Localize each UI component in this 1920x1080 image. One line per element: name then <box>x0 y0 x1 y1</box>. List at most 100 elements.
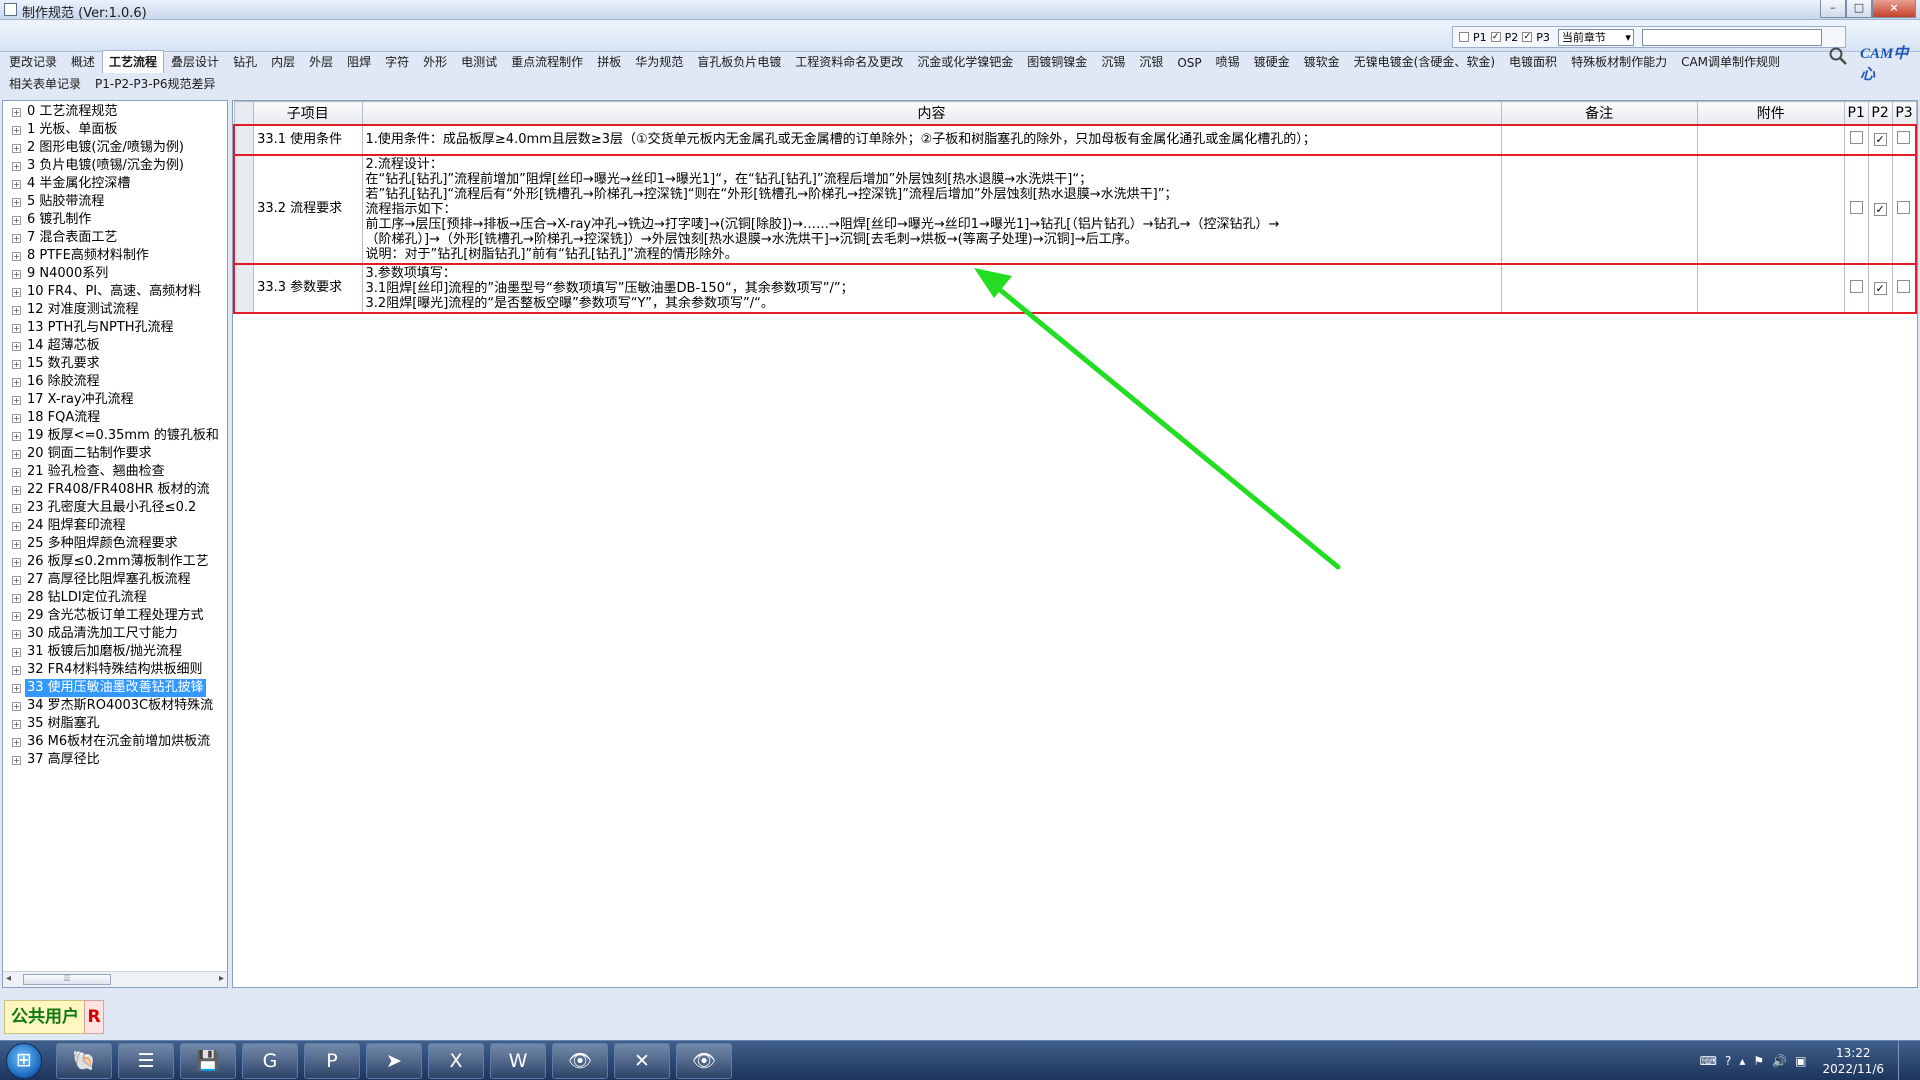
expand-icon[interactable]: + <box>12 395 21 405</box>
tree-item[interactable]: +0 工艺流程规范 <box>3 103 227 121</box>
header-sub-item[interactable]: 子项目 <box>253 101 363 125</box>
expand-icon[interactable]: + <box>12 413 21 423</box>
header-p2[interactable]: P2 <box>1867 101 1893 125</box>
p3-checkbox[interactable] <box>1897 131 1911 144</box>
p3-checkbox[interactable] <box>1897 279 1911 293</box>
expand-icon[interactable]: + <box>12 521 21 531</box>
tree-item[interactable]: +13 PTH孔与NPTH孔流程 <box>3 319 227 337</box>
row-selector[interactable] <box>233 123 255 156</box>
expand-icon[interactable]: + <box>12 359 21 369</box>
row-selector[interactable] <box>233 262 255 314</box>
volume-icon[interactable]: 🔊 <box>1772 1054 1787 1068</box>
tree-item[interactable]: +32 FR4材料特殊结构烘板细则 <box>3 661 227 679</box>
expand-icon[interactable]: + <box>12 503 21 513</box>
tree-item[interactable]: +33 使用压敏油墨改善钻孔披锋 <box>3 679 227 697</box>
tree-item[interactable]: +9 N4000系列 <box>3 265 227 283</box>
show-desktop-button[interactable] <box>1898 1041 1910 1080</box>
expand-icon[interactable]: + <box>12 269 21 279</box>
tab-r1-13[interactable]: 华为规范 <box>628 50 690 73</box>
close-button[interactable]: × <box>1872 0 1916 18</box>
tab-r1-11[interactable]: 重点流程制作 <box>504 50 590 73</box>
flag-icon[interactable]: ⚑ <box>1753 1054 1764 1068</box>
tab-r1-1[interactable]: 概述 <box>64 50 102 73</box>
tree-item[interactable]: +2 图形电镀(沉金/喷锡为例) <box>3 139 227 157</box>
tab-r1-6[interactable]: 外层 <box>302 50 340 73</box>
table-row[interactable]: 33.3 参数要求 3.参数项填写： 3.1阻焊[丝印]流程的”油墨型号“参数项填写… <box>233 262 1917 314</box>
tree-item[interactable]: +6 镀孔制作 <box>3 211 227 229</box>
expand-icon[interactable]: + <box>12 539 21 549</box>
expand-icon[interactable]: + <box>12 215 21 225</box>
tree-item[interactable]: +26 板厚≤0.2mm薄板制作工艺 <box>3 553 227 571</box>
r-badge[interactable]: R <box>84 1000 104 1034</box>
note-cell[interactable] <box>1500 123 1698 156</box>
expand-icon[interactable]: + <box>12 683 21 693</box>
p1-checkbox[interactable] <box>1849 279 1863 293</box>
tab-r1-24[interactable]: 无镍电镀金(含硬金、软金) <box>1347 50 1502 73</box>
tree-item[interactable]: +1 光板、单面板 <box>3 121 227 139</box>
cam-icon[interactable]: ✕ <box>614 1043 670 1079</box>
tree-item[interactable]: +16 除胶流程 <box>3 373 227 391</box>
tree-item[interactable]: +35 树脂塞孔 <box>3 715 227 733</box>
expand-icon[interactable]: + <box>12 665 21 675</box>
expand-icon[interactable]: + <box>12 107 21 117</box>
save-icon[interactable]: 💾 <box>180 1043 236 1079</box>
tree-item[interactable]: +17 X-ray冲孔流程 <box>3 391 227 409</box>
tab-r1-20[interactable]: OSP <box>1170 53 1208 73</box>
sub-item-cell[interactable]: 33.3 参数要求 <box>253 262 363 314</box>
p2-checkbox[interactable]: ✓ <box>1873 202 1887 216</box>
tab-r1-19[interactable]: 沉银 <box>1132 50 1170 73</box>
expand-icon[interactable]: + <box>12 305 21 315</box>
p1-checkbox[interactable] <box>1849 200 1863 214</box>
note-cell[interactable] <box>1500 153 1698 265</box>
tab-r1-14[interactable]: 盲孔板负片电镀 <box>690 50 788 73</box>
tab-r1-7[interactable]: 阻焊 <box>340 50 378 73</box>
expand-icon[interactable]: + <box>12 719 21 729</box>
keyboard-icon[interactable]: ⌨ <box>1700 1054 1717 1068</box>
p1-checkbox[interactable] <box>1849 131 1863 144</box>
scroll-right-icon[interactable]: ▸ <box>219 973 224 984</box>
expand-icon[interactable]: + <box>12 233 21 243</box>
table-row[interactable]: 33.1 使用条件 1.使用条件：成品板厚≥4.0mm且层数≥3层（①交货单元板内… <box>233 123 1917 156</box>
expand-icon[interactable]: + <box>12 377 21 387</box>
excel-icon[interactable]: X <box>428 1043 484 1079</box>
p2-checkbox[interactable]: ✓ <box>1873 281 1887 295</box>
content-cell[interactable]: 3.参数项填写： 3.1阻焊[丝印]流程的”油墨型号“参数项填写”压敏油墨DB-1… <box>361 262 1502 314</box>
network-icon[interactable]: ▣ <box>1795 1054 1806 1068</box>
scope-select[interactable]: 当前章节 <box>1557 28 1634 46</box>
expand-icon[interactable]: + <box>12 449 21 459</box>
sub-item-cell[interactable]: 33.2 流程要求 <box>253 153 363 265</box>
content-cell[interactable]: 2.流程设计： 在“钻孔[钻孔]”流程前增加”阻焊[丝印→曝光→丝印1→曝光1]“… <box>361 153 1502 265</box>
tree-item[interactable]: +4 半金属化控深槽 <box>3 175 227 193</box>
tab-r1-4[interactable]: 钻孔 <box>226 50 264 73</box>
expand-icon[interactable]: + <box>12 341 21 351</box>
word-icon[interactable]: W <box>490 1043 546 1079</box>
tab-r2-1[interactable]: P1-P2-P3-P6规范差异 <box>88 72 222 95</box>
tree-item[interactable]: +22 FR408/FR408HR 板材的流 <box>3 481 227 499</box>
expand-icon[interactable]: + <box>12 611 21 621</box>
tab-r1-21[interactable]: 喷锡 <box>1209 50 1247 73</box>
tab-r1-22[interactable]: 镀硬金 <box>1247 50 1297 73</box>
tab-r1-17[interactable]: 图镀铜镍金 <box>1020 50 1094 73</box>
tree-item[interactable]: +29 含光芯板订单工程处理方式 <box>3 607 227 625</box>
expand-icon[interactable]: + <box>12 431 21 441</box>
tree-item[interactable]: +18 FQA流程 <box>3 409 227 427</box>
expand-icon[interactable]: + <box>12 701 21 711</box>
tree-item[interactable]: +27 高厚径比阻焊塞孔板流程 <box>3 571 227 589</box>
tree-item[interactable]: +15 数孔要求 <box>3 355 227 373</box>
user-badge[interactable]: 公共用户 <box>4 1000 86 1034</box>
tree-item[interactable]: +23 孔密度大且最小孔径≤0.2 <box>3 499 227 517</box>
table-row[interactable]: 33.2 流程要求 2.流程设计： 在“钻孔[钻孔]”流程前增加”阻焊[丝印→曝光→… <box>233 153 1917 265</box>
tree-item[interactable]: +5 贴胶带流程 <box>3 193 227 211</box>
expand-icon[interactable]: + <box>12 593 21 603</box>
search-input[interactable] <box>1641 28 1822 46</box>
tab-r2-0[interactable]: 相关表单记录 <box>2 72 88 95</box>
p1-checkbox[interactable] <box>1459 32 1469 42</box>
expand-icon[interactable]: + <box>12 161 21 171</box>
tab-r1-15[interactable]: 工程资料命名及更改 <box>788 50 910 73</box>
scroll-thumb[interactable]: ⦙⦙⦙ <box>23 974 111 985</box>
tree-item[interactable]: +19 板厚<=0.35mm 的镀孔板和 <box>3 427 227 445</box>
expand-icon[interactable]: + <box>12 467 21 477</box>
expand-icon[interactable]: + <box>12 179 21 189</box>
expand-icon[interactable]: + <box>12 629 21 639</box>
app-blue-icon[interactable]: ➤ <box>366 1043 422 1079</box>
